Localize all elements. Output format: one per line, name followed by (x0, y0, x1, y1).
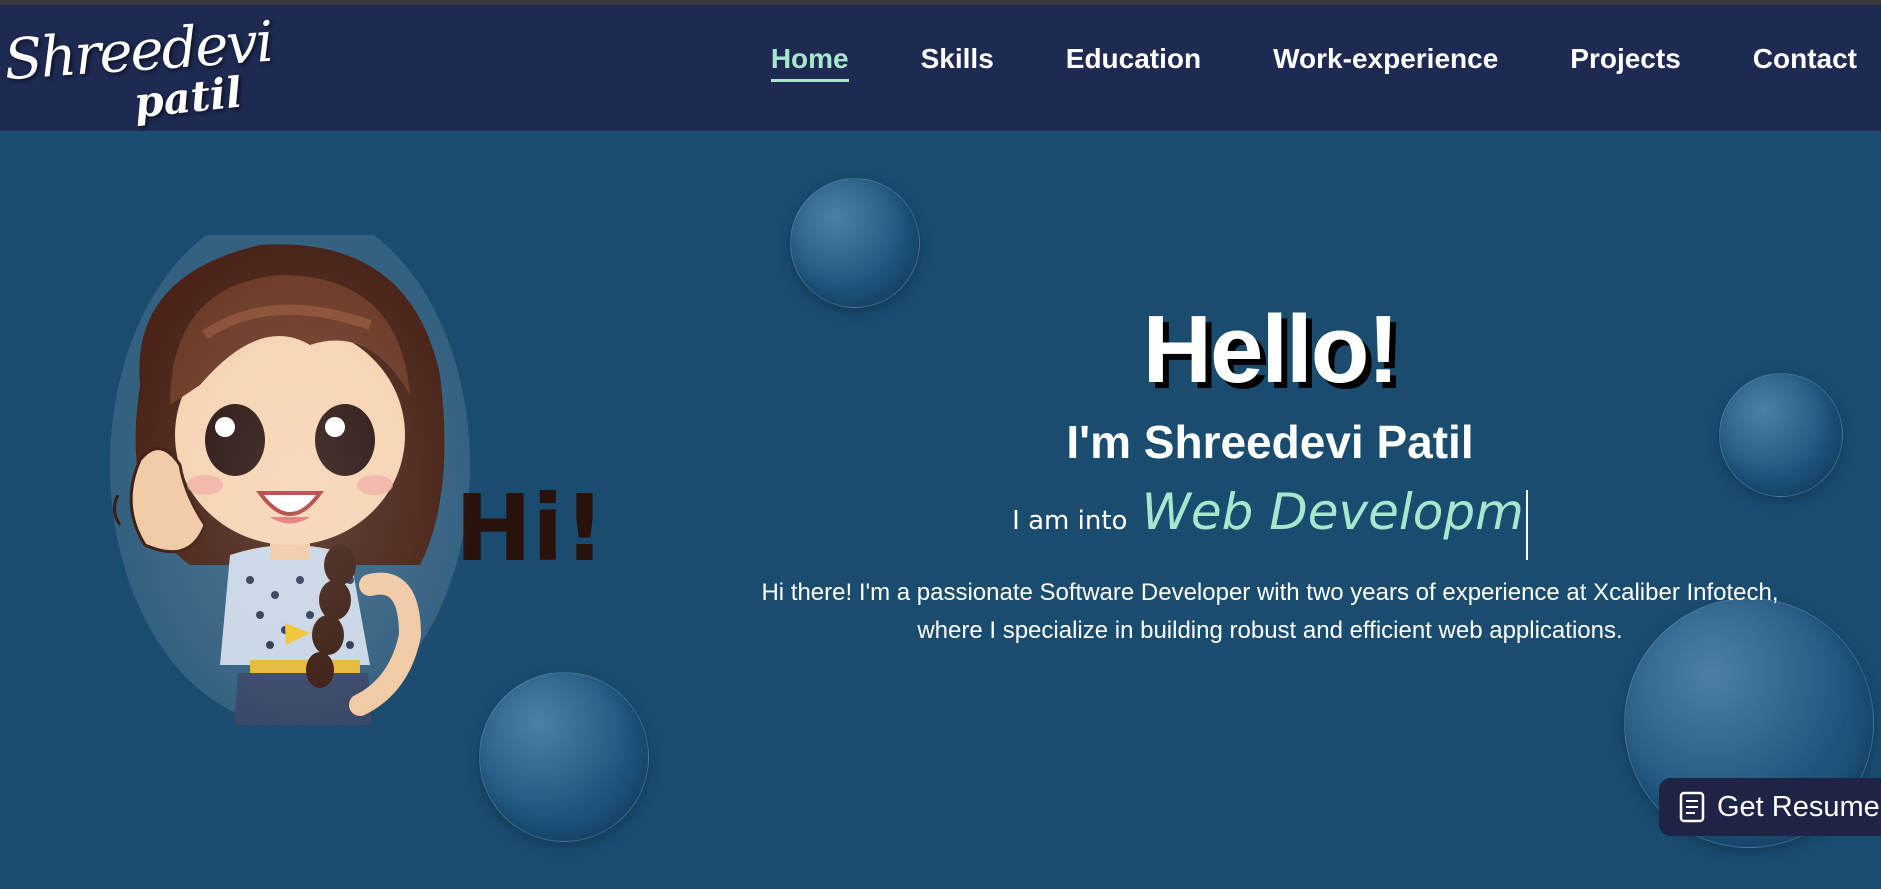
nav-link-skills[interactable]: Skills (921, 43, 994, 82)
document-icon (1679, 791, 1705, 823)
nav-links: Home Skills Education Work-experience Pr… (699, 43, 1857, 82)
get-resume-label: Get Resume (1717, 790, 1880, 823)
decorative-bubble (790, 178, 920, 308)
navbar: Shreedevi patil Home Skills Education Wo… (0, 5, 1881, 132)
nav-link-contact[interactable]: Contact (1753, 43, 1857, 82)
typing-cursor (1525, 489, 1528, 560)
hero-name: I'm Shreedevi Patil (1066, 415, 1474, 468)
get-resume-button[interactable]: Get Resume (1659, 778, 1881, 836)
avatar-glow (120, 235, 480, 745)
nav-link-projects[interactable]: Projects (1570, 43, 1681, 82)
typed-role-row: I am into Web Developm (700, 483, 1840, 560)
typed-role: Web Developm (1141, 482, 1528, 560)
typed-role-text: Web Developm (1141, 482, 1524, 541)
avatar-illustration: Hi! (110, 205, 610, 745)
hero-description: Hi there! I'm a passionate Software Deve… (761, 578, 1779, 644)
nav-link-work-experience[interactable]: Work-experience (1273, 43, 1498, 82)
hero-section: Hello! I'm Shreedevi Patil I am into Web… (700, 296, 1840, 650)
into-label: I am into (1012, 505, 1128, 536)
nav-link-education[interactable]: Education (1066, 43, 1201, 82)
logo-last-name: patil (131, 67, 245, 128)
hero-greeting: Hello! (1142, 296, 1400, 403)
nav-link-home[interactable]: Home (770, 43, 849, 82)
site-logo[interactable]: Shreedevi patil (0, 10, 274, 131)
